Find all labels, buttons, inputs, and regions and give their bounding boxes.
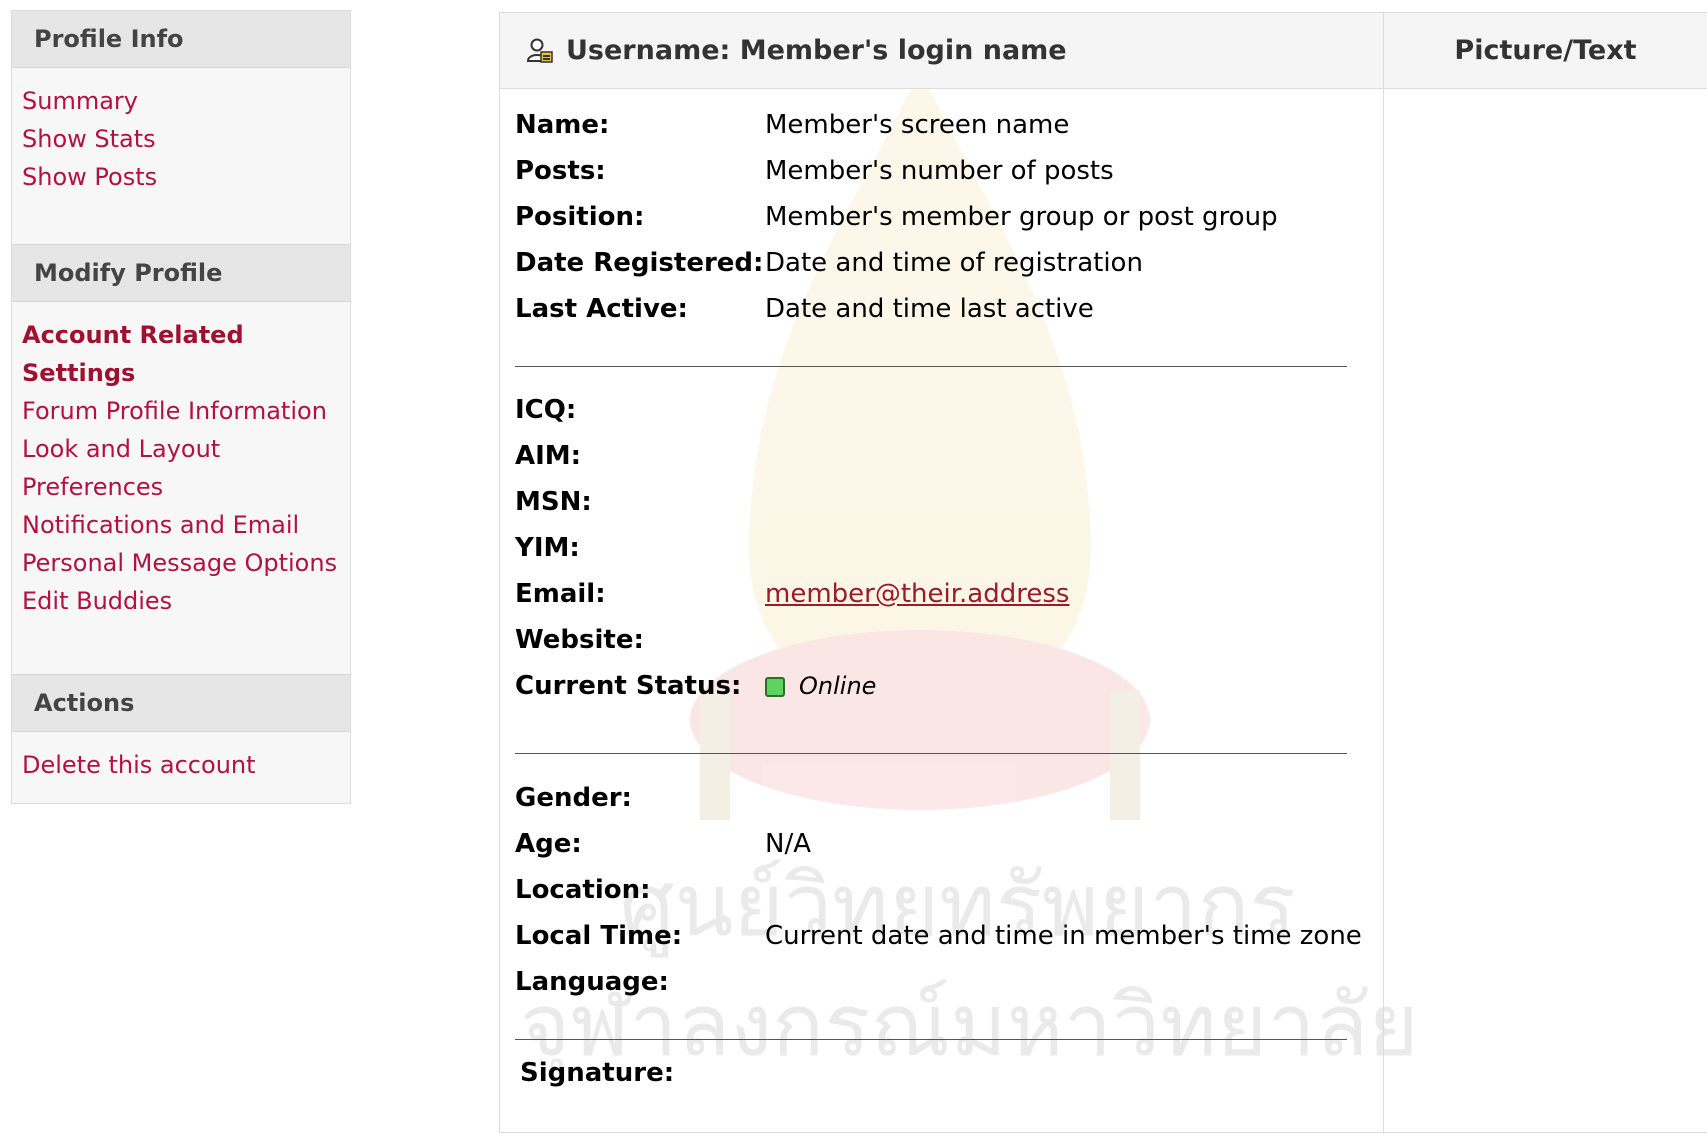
local-time-row: Local Time: Current date and time in mem… [515, 916, 1362, 956]
forum-profile-link[interactable]: Forum Profile Information [22, 392, 350, 430]
last-active-value: Date and time last active [765, 294, 1094, 324]
posts-value: Member's number of posts [765, 156, 1114, 186]
username-heading: Username: Member's login name [526, 13, 1067, 88]
profile-sidebar: Profile Info Summary Show Stats Show Pos… [11, 10, 351, 804]
yim-row: YIM: [515, 528, 765, 568]
last-active-row: Last Active: Date and time last active [515, 289, 1094, 329]
location-label: Location: [515, 875, 651, 905]
website-label: Website: [515, 625, 644, 655]
yim-label: YIM: [515, 533, 580, 563]
pm-options-link[interactable]: Personal Message Options [22, 544, 350, 582]
divider-2 [515, 753, 1347, 754]
posts-row: Posts: Member's number of posts [515, 151, 1114, 191]
age-value: N/A [765, 829, 811, 859]
posts-label: Posts: [515, 156, 606, 186]
website-row: Website: [515, 620, 765, 660]
aim-row: AIM: [515, 436, 765, 476]
email-row: Email: member@their.address [515, 574, 1069, 614]
position-row: Position: Member's member group or post … [515, 197, 1278, 237]
email-link[interactable]: member@their.address [765, 579, 1069, 609]
delete-account-link[interactable]: Delete this account [22, 746, 350, 784]
profile-panel: Username: Member's login name Picture/Te… [499, 12, 1707, 1134]
age-label: Age: [515, 829, 582, 859]
icq-label: ICQ: [515, 395, 577, 425]
show-posts-link[interactable]: Show Posts [22, 158, 350, 196]
actions-list: Delete this account [12, 732, 350, 784]
registered-label: Date Registered: [515, 248, 764, 278]
divider-1 [515, 366, 1347, 367]
msn-label: MSN: [515, 487, 592, 517]
language-row: Language: [515, 962, 765, 1002]
modify-profile-list: Account Related Settings Forum Profile I… [12, 302, 350, 620]
language-label: Language: [515, 967, 669, 997]
email-label: Email: [515, 579, 606, 609]
account-settings-link[interactable]: Account Related Settings [22, 316, 262, 392]
profile-info-list: Summary Show Stats Show Posts [12, 68, 350, 196]
position-label: Position: [515, 202, 645, 232]
registered-value: Date and time of registration [765, 248, 1143, 278]
status-value: Online [765, 671, 876, 701]
user-icon [526, 38, 553, 63]
location-row: Location: [515, 870, 765, 910]
modify-profile-header: Modify Profile [12, 244, 350, 302]
gender-row: Gender: [515, 778, 765, 818]
local-time-label: Local Time: [515, 921, 683, 951]
msn-row: MSN: [515, 482, 765, 522]
divider-3 [515, 1039, 1347, 1040]
edit-buddies-link[interactable]: Edit Buddies [22, 582, 350, 620]
online-status-icon [765, 676, 785, 697]
last-active-label: Last Active: [515, 294, 688, 324]
actions-header: Actions [12, 674, 350, 732]
look-layout-link[interactable]: Look and Layout Preferences [22, 430, 222, 506]
icq-row: ICQ: [515, 390, 765, 430]
show-stats-link[interactable]: Show Stats [22, 120, 350, 158]
name-row: Name: Member's screen name [515, 105, 1069, 145]
email-value: member@their.address [765, 579, 1069, 609]
username-text: Username: Member's login name [566, 35, 1067, 66]
summary-link[interactable]: Summary [22, 82, 350, 120]
local-time-value: Current date and time in member's time z… [765, 921, 1362, 951]
status-label: Current Status: [515, 671, 742, 701]
status-row: Current Status: Online [515, 666, 876, 706]
registered-row: Date Registered: Date and time of regist… [515, 243, 1143, 283]
status-text: Online [799, 672, 877, 700]
picture-text-heading: Picture/Text [1454, 35, 1637, 66]
name-label: Name: [515, 110, 610, 140]
signature-label: Signature: [520, 1058, 675, 1088]
name-value: Member's screen name [765, 110, 1070, 140]
column-divider [1383, 13, 1384, 1134]
position-value: Member's member group or post group [765, 202, 1278, 232]
signature-row: Signature: [520, 1053, 770, 1093]
gender-label: Gender: [515, 783, 632, 813]
notifications-link[interactable]: Notifications and Email [22, 506, 350, 544]
aim-label: AIM: [515, 441, 582, 471]
age-row: Age: N/A [515, 824, 811, 864]
profile-info-header: Profile Info [12, 11, 350, 68]
